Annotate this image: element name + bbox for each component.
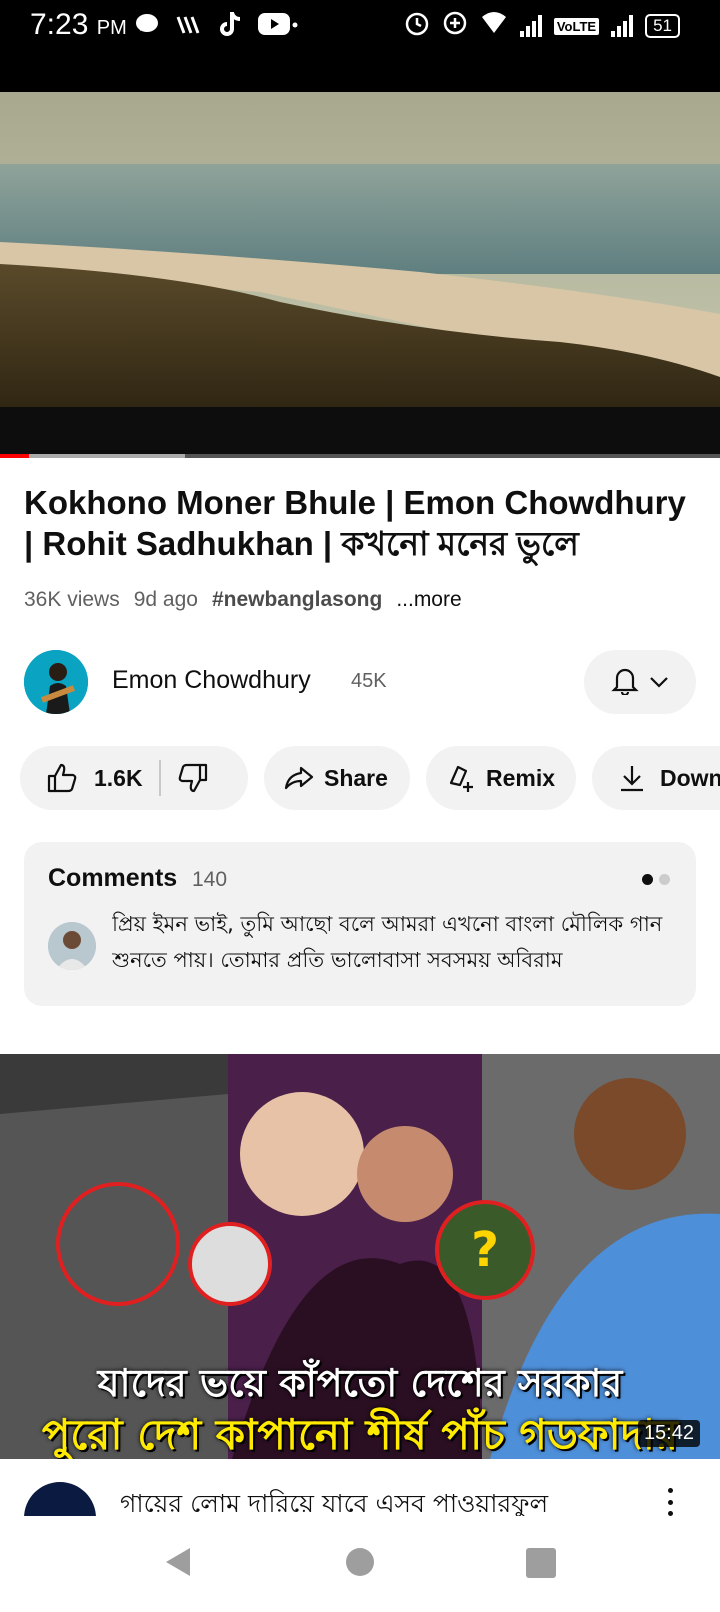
tiktok-icon [218,10,244,45]
like-icon[interactable] [46,762,78,794]
battery-icon: 51 [645,14,680,38]
recents-icon[interactable] [526,1548,556,1578]
next-video-thumbnail[interactable]: ? যাদের ভয়ে কাঁপতো দেশের সরকার পুরো দেশ… [0,1054,720,1459]
status-bar: 7:23 PM VoLTE 51 [0,0,720,92]
home-icon[interactable] [346,1548,374,1576]
youtube-icon [258,11,298,44]
wifi-icon [480,11,508,41]
video-player[interactable] [0,92,720,454]
comments-panel[interactable]: Comments 140 প্রিয় ইমন ভাই, তুমি আছো বল… [24,842,696,1006]
svg-text:?: ? [471,1222,499,1278]
remix-button[interactable]: Remix [426,746,576,810]
top-comment-text: প্রিয় ইমন ভাই, তুমি আছো বলে আমরা এখনো ব… [112,912,663,972]
thumbnail-caption-line2: পুরো দেশ কাপানো শীর্ষ পাঁচ গডফাদার [41,1410,679,1459]
whatsapp-icon [134,11,160,44]
back-icon[interactable] [162,1546,192,1582]
upload-age: 9d ago [133,588,198,611]
data-saver-icon [442,10,468,42]
ampm-text: PM [96,17,127,39]
download-button[interactable]: Down [592,746,720,810]
comments-pager-dots [642,874,670,885]
subscriber-count: 45K [351,670,387,692]
more-link[interactable]: ...more [396,588,461,612]
status-time: 7:23 PM [30,8,127,42]
alarm-icon [404,10,430,42]
bell-icon [611,665,639,699]
system-icons: VoLTE 51 [404,10,680,42]
kebab-menu-icon[interactable] [660,1484,680,1520]
video-title[interactable]: Kokhono Moner Bhule | Emon Chowdhury | R… [24,482,704,564]
share-button[interactable]: Share [264,746,410,810]
video-frame [0,92,720,454]
commenter-avatar [48,922,96,970]
notification-icons [134,10,298,45]
share-label: Share [324,764,388,791]
signal-icon [519,15,542,37]
notifications-button[interactable] [584,650,696,714]
channel-name[interactable]: Emon Chowdhury [112,666,311,695]
comments-title: Comments [48,864,178,892]
volte-badge: VoLTE [553,17,600,35]
share-icon [284,765,314,791]
dislike-icon[interactable] [177,762,209,794]
time-text: 7:23 [30,8,89,41]
view-count: 36K views [24,588,120,611]
chevron-down-icon [649,673,669,692]
video-duration-badge: 15:42 [637,1420,700,1447]
like-divider [158,760,161,796]
like-count[interactable]: 1.6K [94,765,143,792]
signal-icon-2 [611,15,634,37]
android-nav-bar [0,1516,720,1612]
remix-label: Remix [486,764,556,791]
hashtag-link[interactable]: #newbanglasong [212,588,382,612]
download-label: Down [660,764,720,791]
remix-icon [446,763,476,793]
download-icon [618,763,646,793]
channel-avatar[interactable] [24,650,88,714]
like-dislike-group: 1.6K [20,746,248,810]
comments-count: 140 [192,868,228,891]
video-meta[interactable]: 36K views 9d ago #newbanglasong ...more [24,588,462,612]
wifi-calling-icon [174,11,204,44]
